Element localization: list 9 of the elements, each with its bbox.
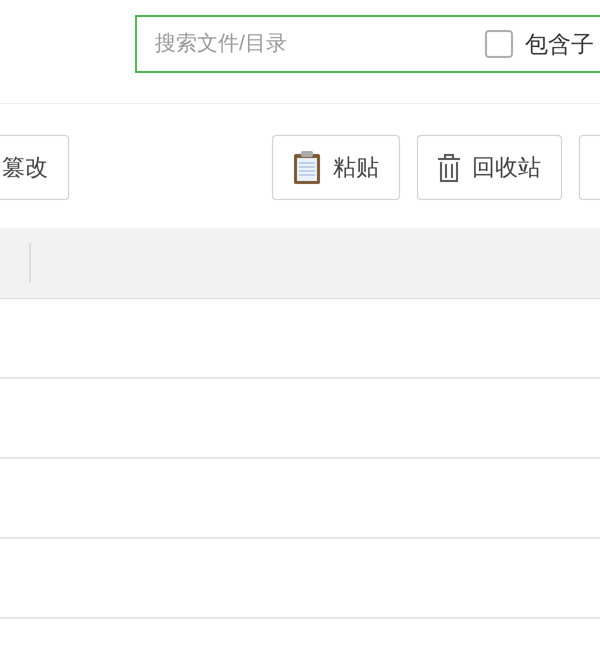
search-field[interactable]: 搜索文件/目录 包含子	[135, 15, 600, 73]
search-input[interactable]: 搜索文件/目录	[153, 27, 473, 61]
clipboard-icon	[293, 150, 321, 184]
checkbox-label: 包含子	[525, 30, 594, 59]
recycle-bin-button[interactable]: 回收站	[417, 135, 562, 200]
toolbar-button[interactable]: 篡改	[0, 135, 69, 200]
checkbox[interactable]	[485, 30, 513, 58]
paste-button[interactable]: 粘贴	[272, 135, 400, 200]
trash-icon	[438, 154, 460, 182]
